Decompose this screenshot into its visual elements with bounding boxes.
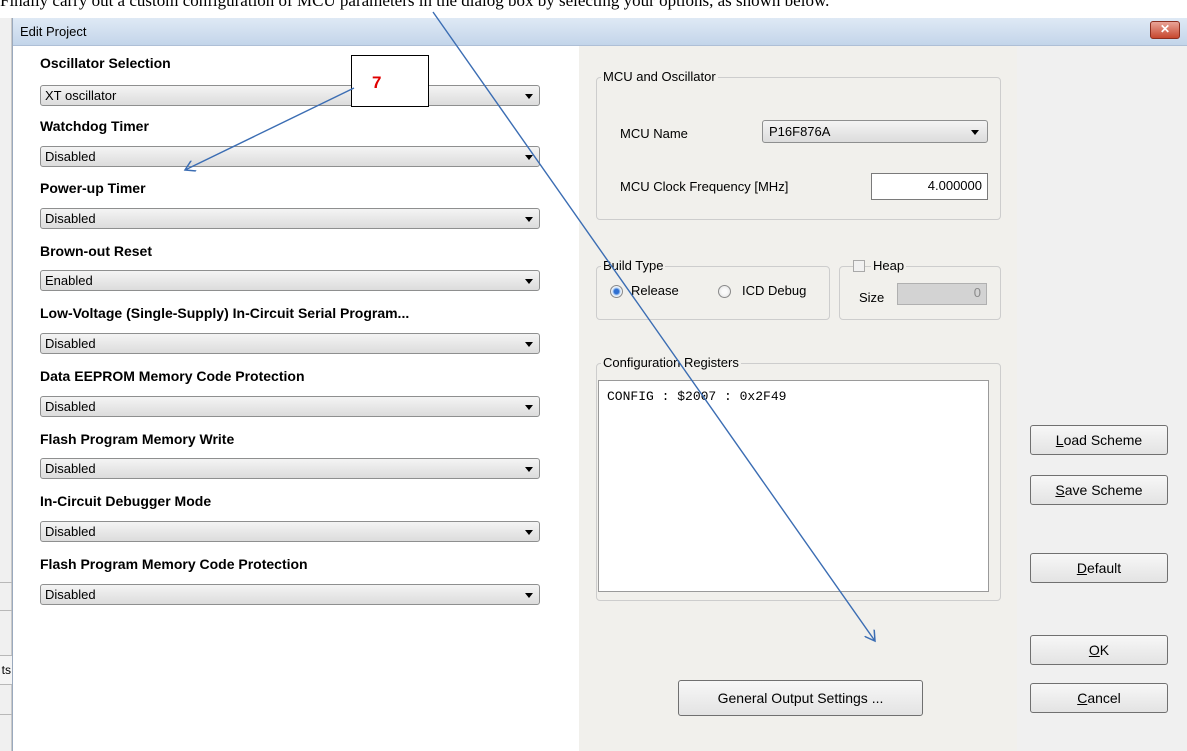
load-scheme-button[interactable]: Load Scheme <box>1030 425 1168 455</box>
brown-out-reset-dropdown[interactable]: Enabled <box>40 270 540 291</box>
chevron-down-icon <box>525 94 533 99</box>
step-number: 7 <box>372 73 382 92</box>
background-app-edge <box>0 18 12 751</box>
heap-checkbox[interactable] <box>853 260 865 272</box>
flash-code-protection-dropdown[interactable]: Disabled <box>40 584 540 605</box>
option-label: Flash Program Memory Code Protection <box>40 556 308 572</box>
option-label: Low-Voltage (Single-Supply) In-Circuit S… <box>40 305 410 321</box>
mnemonic: C <box>1077 690 1088 706</box>
chevron-down-icon <box>525 155 533 160</box>
option-label: Data EEPROM Memory Code Protection <box>40 368 305 384</box>
default-button[interactable]: Default <box>1030 553 1168 583</box>
heap-size-label: Size <box>859 290 885 305</box>
button-label: oad Scheme <box>1063 432 1143 448</box>
background-divider <box>0 714 12 715</box>
icd-debug-radio[interactable] <box>718 285 731 298</box>
chevron-down-icon <box>971 130 979 135</box>
dropdown-value: Disabled <box>45 211 96 226</box>
chevron-down-icon <box>525 342 533 347</box>
mcu-name-label: MCU Name <box>620 126 688 141</box>
cancel-button[interactable]: Cancel <box>1030 683 1168 713</box>
dialog-titlebar[interactable]: Edit Project ✕ <box>13 18 1187 46</box>
release-radio[interactable] <box>610 285 623 298</box>
clock-frequency-input[interactable]: 4.000000 <box>871 173 988 200</box>
config-registers-textarea[interactable]: CONFIG : $2007 : 0x2F49 <box>598 380 989 592</box>
dropdown-value: Disabled <box>45 399 96 414</box>
data-eeprom-protection-dropdown[interactable]: Disabled <box>40 396 540 417</box>
background-tab-label: ts <box>1 663 11 677</box>
oscillator-selection-dropdown[interactable]: XT oscillator <box>40 85 540 106</box>
option-label: In-Circuit Debugger Mode <box>40 493 212 509</box>
button-label: K <box>1099 642 1110 658</box>
release-label: Release <box>631 283 679 298</box>
config-register-line: CONFIG : $2007 : 0x2F49 <box>607 389 787 404</box>
mnemonic: L <box>1055 432 1064 448</box>
heap-label: Heap <box>871 258 907 273</box>
document-text: Finally carry out a custom configuration… <box>0 0 830 10</box>
mcu-name-dropdown[interactable]: P16F876A <box>762 120 988 143</box>
option-label: Brown-out Reset <box>40 243 152 259</box>
watchdog-timer-dropdown[interactable]: Disabled <box>40 146 540 167</box>
chevron-down-icon <box>525 467 533 472</box>
mnemonic: S <box>1055 482 1065 498</box>
option-label: Watchdog Timer <box>40 118 149 134</box>
close-icon: ✕ <box>1159 22 1171 36</box>
background-divider <box>0 610 12 611</box>
chevron-down-icon <box>525 279 533 284</box>
button-label: General Output Settings ... <box>717 690 884 706</box>
option-label: Oscillator Selection <box>40 55 171 71</box>
save-scheme-button[interactable]: Save Scheme <box>1030 475 1168 505</box>
chevron-down-icon <box>525 530 533 535</box>
power-up-timer-dropdown[interactable]: Disabled <box>40 208 540 229</box>
dropdown-value: Disabled <box>45 587 96 602</box>
mnemonic: O <box>1088 642 1100 658</box>
mnemonic: D <box>1076 560 1087 576</box>
ok-button[interactable]: OK <box>1030 635 1168 665</box>
document-text-strip: Finally carry out a custom configuration… <box>0 0 1187 18</box>
in-circuit-debugger-dropdown[interactable]: Disabled <box>40 521 540 542</box>
dropdown-value: Disabled <box>45 461 96 476</box>
button-label: efault <box>1086 560 1122 576</box>
background-divider <box>0 582 12 583</box>
group-title: MCU and Oscillator <box>601 69 718 85</box>
option-label: Power-up Timer <box>40 180 146 196</box>
dropdown-value: Enabled <box>45 273 93 288</box>
clock-frequency-label: MCU Clock Frequency [MHz] <box>620 179 789 194</box>
button-label: ave Scheme <box>1064 482 1143 498</box>
close-button[interactable]: ✕ <box>1150 21 1180 39</box>
dropdown-value: P16F876A <box>769 124 831 139</box>
group-title: Build Type <box>601 258 666 274</box>
flash-write-dropdown[interactable]: Disabled <box>40 458 540 479</box>
option-label: Flash Program Memory Write <box>40 431 235 447</box>
chevron-down-icon <box>525 405 533 410</box>
heap-size-input[interactable]: 0 <box>897 283 987 305</box>
button-label: ancel <box>1087 690 1121 706</box>
general-output-settings-button[interactable]: General Output Settings ... <box>678 680 923 716</box>
group-title: Configuration Registers <box>601 355 741 371</box>
icd-debug-label: ICD Debug <box>742 283 807 298</box>
dropdown-value: Disabled <box>45 336 96 351</box>
dialog-title: Edit Project <box>20 24 87 39</box>
background-tab[interactable]: ts <box>0 655 12 685</box>
dropdown-value: XT oscillator <box>45 88 117 103</box>
step-callout: 7 <box>351 55 429 107</box>
dropdown-value: Disabled <box>45 149 96 164</box>
dropdown-value: Disabled <box>45 524 96 539</box>
chevron-down-icon <box>525 217 533 222</box>
low-voltage-icsp-dropdown[interactable]: Disabled <box>40 333 540 354</box>
chevron-down-icon <box>525 593 533 598</box>
